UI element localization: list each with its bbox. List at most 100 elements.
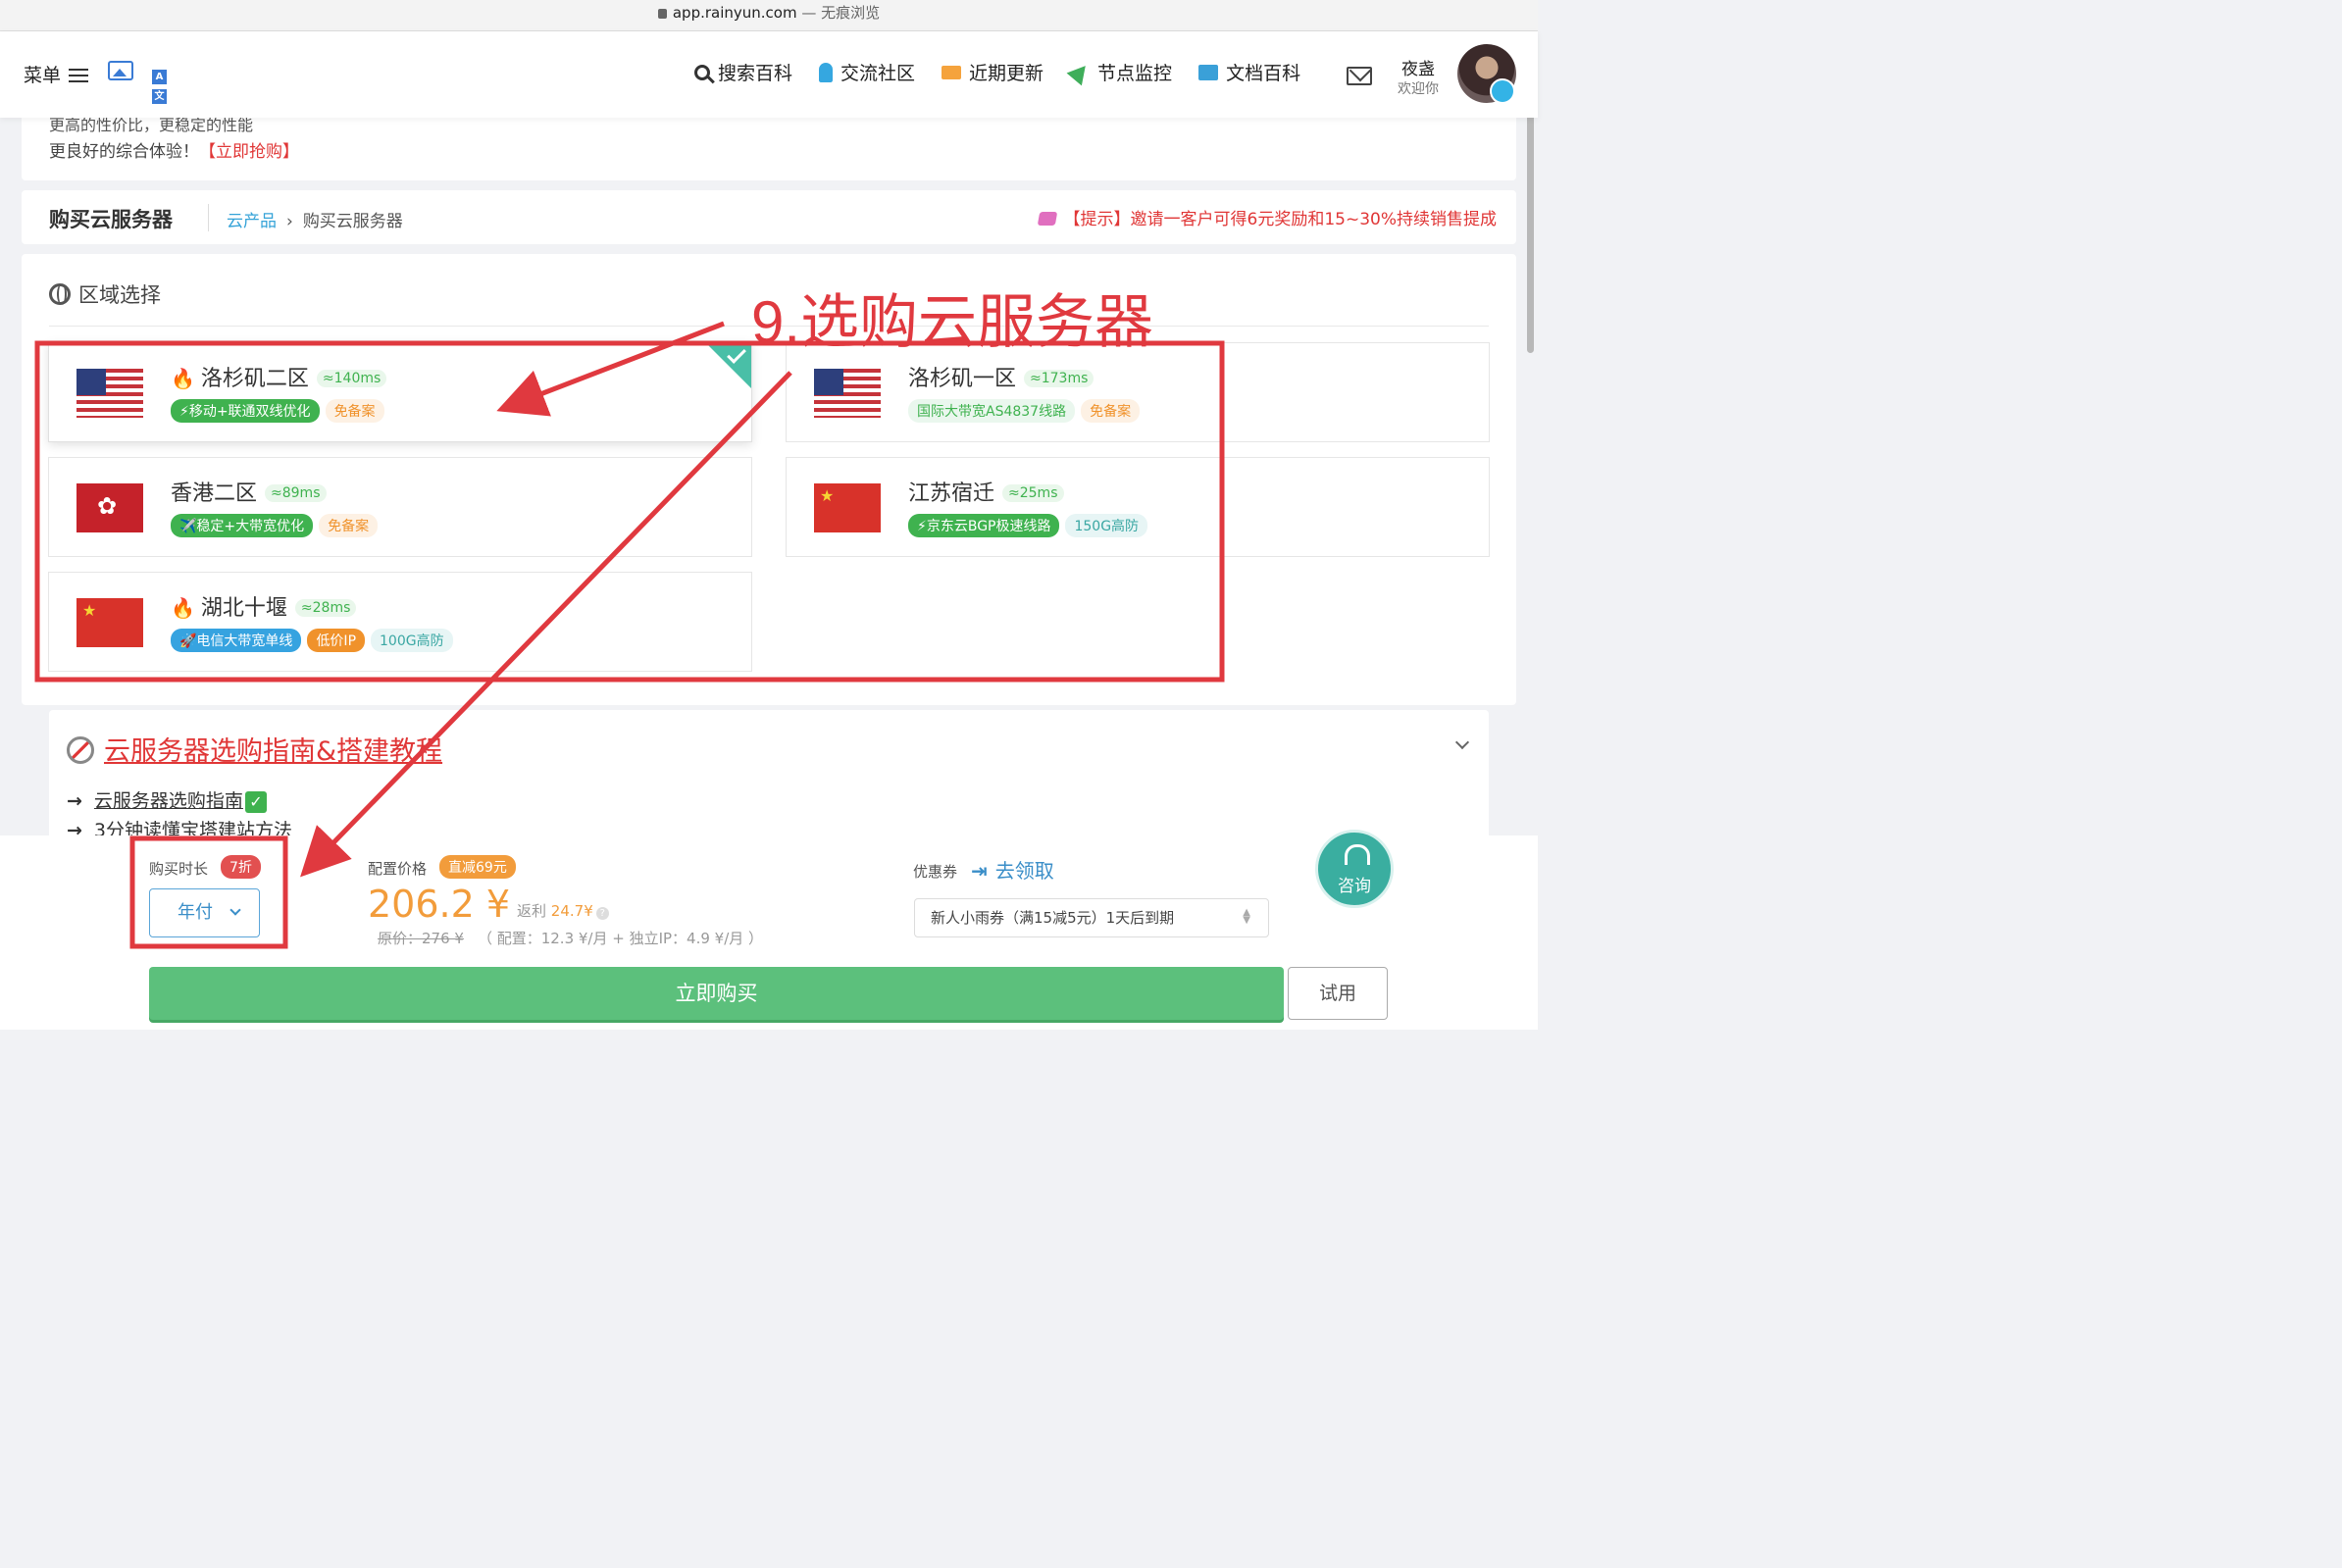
us-flag-icon (76, 369, 143, 418)
user-welcome: 欢迎你 (1398, 81, 1439, 97)
news-icon (942, 65, 962, 79)
guide-title[interactable]: 云服务器选购指南&搭建教程 (67, 730, 442, 768)
region-name: 洛杉矶二区 (200, 367, 309, 391)
nav-label: 搜索百科 (718, 63, 793, 84)
region-tag: ⚡京东云BGP极速线路 (908, 514, 1060, 537)
region-tags: 国际大带宽AS4837线路 免备案 (908, 399, 1146, 423)
fire-icon: 🔥 (171, 367, 195, 390)
breadcrumb-parent[interactable]: 云产品 (227, 212, 277, 231)
region-tags: ✈️稳定+大带宽优化 免备案 (171, 514, 383, 537)
discount-badge: 7折 (221, 855, 261, 879)
region-tag: ✈️稳定+大带宽优化 (171, 514, 314, 537)
lock-icon (657, 9, 667, 19)
nav-items: 搜索百科 交流社区 近期更新 节点监控 文档百科 (694, 59, 1327, 85)
region-name: 湖北十堰 (200, 596, 287, 621)
mail-icon[interactable] (1347, 67, 1372, 85)
promo-cta[interactable]: 【立即抢购】 (199, 142, 299, 162)
region-card-jiangsu[interactable]: 江苏宿迁 ≈25ms ⚡京东云BGP极速线路 150G高防 (786, 457, 1490, 557)
rebate: 返利 24.7¥? (517, 900, 609, 921)
coupon-label: 优惠券 (913, 863, 958, 881)
region-name: 江苏宿迁 (908, 481, 995, 506)
user-name[interactable]: 夜盏 (1393, 55, 1444, 79)
nav-label: 文档百科 (1226, 63, 1301, 84)
gem-icon (1037, 212, 1057, 226)
menu-label: 菜单 (24, 65, 62, 86)
region-card-la2[interactable]: 🔥 洛杉矶二区 ≈140ms ⚡移动+联通双线优化 免备案 (48, 342, 752, 442)
annotation-label: 9.选购云服务器 (751, 289, 1154, 355)
menu-button[interactable]: 菜单 (24, 61, 89, 87)
page-header: 购买云服务器 云产品 › 购买云服务器 【提示】邀请一客户可得6元奖励和15~30%… (22, 190, 1516, 244)
us-flag-icon (814, 369, 881, 418)
send-icon (1066, 59, 1094, 85)
price-cut-badge: 直减69元 (439, 855, 516, 879)
region-name: 香港二区 (171, 481, 258, 506)
ping-badge: ≈173ms (1024, 370, 1095, 387)
chevron-right-icon: › (286, 212, 293, 231)
region-tag: 低价IP (307, 629, 366, 652)
breadcrumb-current: 购买云服务器 (302, 212, 403, 231)
region-tags: ⚡京东云BGP极速线路 150G高防 (908, 514, 1153, 537)
chevron-down-icon (229, 904, 241, 916)
region-tag: 免备案 (1081, 399, 1141, 423)
period-select[interactable]: 年付 (149, 888, 260, 937)
nav-label: 交流社区 (840, 63, 916, 84)
region-card-hubei[interactable]: 🔥湖北十堰 ≈28ms 🚀电信大带宽单线 低价IP 100G高防 (48, 572, 752, 672)
region-tag: ⚡移动+联通双线优化 (171, 399, 320, 423)
image-icon[interactable] (108, 61, 133, 80)
breadcrumb: 云产品 › 购买云服务器 (227, 207, 403, 231)
consult-button[interactable]: 咨询 (1315, 830, 1394, 908)
divider (208, 204, 209, 231)
cloud-badge-icon (1490, 78, 1515, 104)
purchase-bar: 购买时长 7折 年付 配置价格 直减69元 206.2 ¥ 返利 24.7¥? … (0, 830, 1538, 1030)
hk-flag-icon (76, 483, 143, 532)
translate-icon[interactable]: A文 (152, 65, 183, 104)
nav-monitor[interactable]: 节点监控 (1066, 59, 1173, 85)
nav-search[interactable]: 搜索百科 (694, 59, 792, 85)
region-tag: 免备案 (325, 399, 384, 423)
ping-badge: ≈140ms (316, 370, 387, 387)
guide-link[interactable]: → 云服务器选购指南 ✓ (67, 786, 267, 813)
region-header: 区域选择 (49, 279, 161, 309)
chevron-down-icon[interactable] (1454, 734, 1470, 750)
original-price: 原价：276 ¥ (378, 930, 464, 947)
ping-badge: ≈28ms (294, 599, 357, 617)
coupon-select[interactable]: 新人小雨券（满15减5元）1天后到期 ▲ ▼ (914, 898, 1269, 937)
price-value: 206.2 ¥ (368, 883, 511, 926)
fire-icon: 🔥 (171, 596, 195, 620)
region-tag: 🚀电信大带宽单线 (171, 629, 302, 652)
get-coupon-link[interactable]: ⇥ 去领取 (971, 855, 1054, 884)
help-icon[interactable]: ? (595, 907, 609, 920)
globe-icon (49, 283, 71, 305)
nav-community[interactable]: 交流社区 (819, 59, 915, 85)
private-mode-label: — 无痕浏览 (796, 4, 881, 22)
promo-banner: 更高的性价比，更稳定的性能 更良好的综合体验！【立即抢购】 (22, 108, 1516, 180)
region-tag: 100G高防 (371, 629, 453, 652)
invite-tip[interactable]: 【提示】邀请一客户可得6元奖励和15~30%持续销售提成 (1037, 205, 1497, 229)
page-title: 购买云服务器 (49, 208, 173, 231)
check-box-icon: ✓ (244, 791, 267, 813)
list-icon (69, 68, 89, 83)
browser-address-bar[interactable]: app.rainyun.com — 无痕浏览 (0, 0, 1538, 31)
sign-in-icon: ⇥ (971, 859, 988, 883)
region-tag: 国际大带宽AS4837线路 (908, 399, 1076, 423)
nav-updates[interactable]: 近期更新 (942, 59, 1044, 85)
region-tag: 150G高防 (1065, 514, 1148, 537)
region-card-hk2[interactable]: 香港二区 ≈89ms ✈️稳定+大带宽优化 免备案 (48, 457, 752, 557)
url-domain: app.rainyun.com (672, 4, 797, 22)
buy-now-button[interactable]: 立即购买 (149, 967, 1284, 1020)
nav-label: 节点监控 (1097, 63, 1173, 84)
nav-docs[interactable]: 文档百科 (1198, 59, 1300, 85)
nav-label: 近期更新 (969, 63, 1044, 84)
ping-badge: ≈25ms (1002, 484, 1064, 502)
region-tags: 🚀电信大带宽单线 低价IP 100G高防 (171, 629, 459, 652)
search-icon (694, 64, 710, 80)
period-label: 购买时长 (149, 860, 209, 878)
region-name: 洛杉矶一区 (908, 367, 1017, 391)
promo-line-2: 更良好的综合体验！【立即抢购】 (49, 142, 299, 162)
arrow-right-icon: → (67, 790, 82, 812)
updown-icon: ▲ ▼ (1243, 907, 1250, 926)
trial-button[interactable]: 试用 (1288, 967, 1388, 1020)
cn-flag-icon (76, 598, 143, 647)
region-tag: 免备案 (319, 514, 379, 537)
bell-icon (819, 62, 834, 82)
